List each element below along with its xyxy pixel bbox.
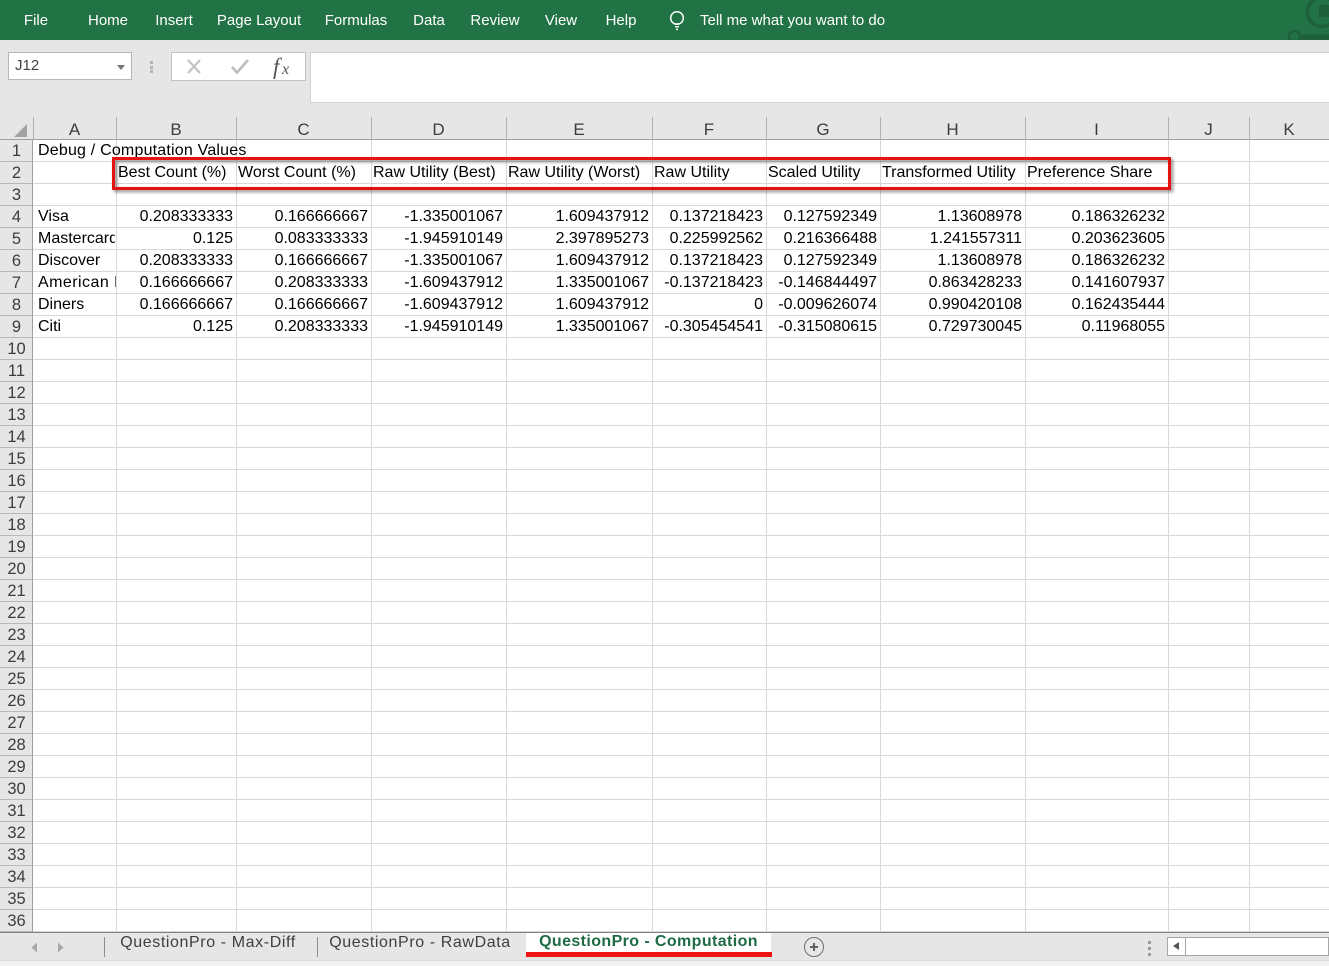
svg-text:x: x — [281, 61, 289, 78]
